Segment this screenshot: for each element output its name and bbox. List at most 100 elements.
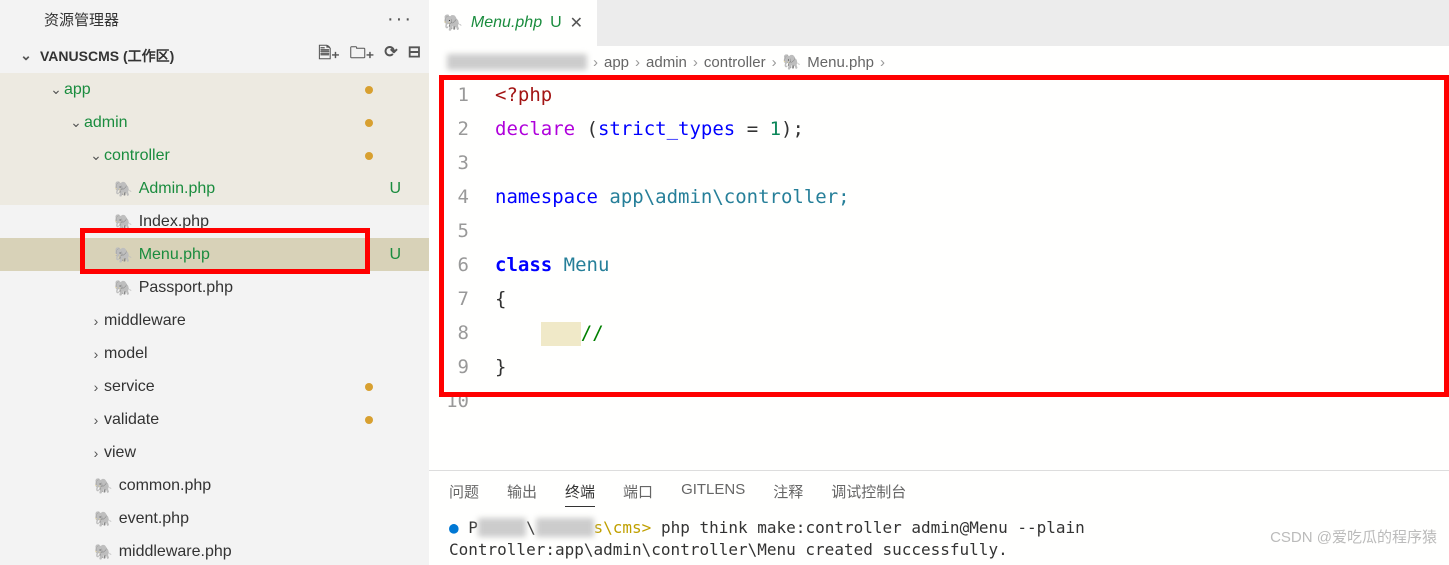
folder-label: middleware	[104, 312, 186, 330]
collapse-icon[interactable]: ⊟	[408, 42, 421, 69]
breadcrumb-item[interactable]: Menu.php	[807, 54, 874, 71]
terminal-command: php think make:controller admin@Menu --p…	[651, 518, 1084, 537]
terminal-result: Controller:app\admin\controller\Menu cre…	[449, 540, 1008, 559]
folder-controller[interactable]: ⌄ controller	[0, 139, 429, 172]
folder-app[interactable]: ⌄ app	[0, 73, 429, 106]
git-status-u: U	[550, 14, 562, 32]
tab-terminal[interactable]: 终端	[565, 481, 595, 507]
chevron-down-icon: ⌄	[18, 47, 34, 64]
code-token: }	[495, 350, 506, 384]
tab-ports[interactable]: 端口	[623, 481, 653, 507]
php-icon: 🐘	[94, 510, 113, 528]
bullet-icon: ●	[449, 518, 459, 537]
tab-bar: 🐘 Menu.php U ✕	[429, 0, 1449, 46]
tab-output[interactable]: 输出	[507, 481, 537, 507]
file-index-php[interactable]: 🐘 Index.php	[0, 205, 429, 238]
line-number: 8	[429, 316, 495, 350]
breadcrumb-item[interactable]: controller	[704, 54, 766, 71]
file-admin-php[interactable]: 🐘 Admin.php U	[0, 172, 429, 205]
watermark: CSDN @爱吃瓜的程序猿	[1270, 526, 1437, 547]
code-token: strict_types	[598, 118, 735, 140]
code-token: <?php	[495, 84, 552, 106]
file-middleware-php[interactable]: 🐘 middleware.php	[0, 535, 429, 565]
folder-view[interactable]: › view	[0, 436, 429, 469]
code-token: Menu	[552, 254, 609, 276]
tab-debug[interactable]: 调试控制台	[831, 481, 906, 507]
php-icon: 🐘	[94, 543, 113, 561]
file-menu-php[interactable]: 🐘 Menu.php U	[0, 238, 429, 271]
terminal-prompt: s\cms>	[594, 518, 652, 537]
chevron-right-icon: ›	[88, 346, 104, 362]
folder-label: service	[104, 378, 155, 396]
code-token: declare	[495, 118, 575, 140]
folder-label: admin	[84, 114, 128, 132]
sidebar-header: 资源管理器 ···	[0, 0, 429, 38]
git-status-u: U	[389, 180, 401, 198]
folder-label: validate	[104, 411, 159, 429]
breadcrumb-item[interactable]: app	[604, 54, 629, 71]
tab-gitlens[interactable]: GITLENS	[681, 481, 745, 507]
tab-label: Menu.php	[471, 14, 542, 32]
new-folder-icon[interactable]: 🗀₊	[350, 42, 374, 69]
file-label: middleware.php	[119, 543, 232, 561]
workspace-name: VANUSCMS (工作区)	[40, 46, 174, 66]
php-icon: 🐘	[114, 246, 133, 264]
php-icon: 🐘	[114, 180, 133, 198]
blurred-segment: xxxxxxxx	[447, 54, 587, 70]
workspace-header[interactable]: ⌄ VANUSCMS (工作区) 🗎₊ 🗀₊ ⟳ ⊟	[0, 38, 429, 73]
line-number: 7	[429, 282, 495, 316]
folder-label: view	[104, 444, 136, 462]
explorer-sidebar: 资源管理器 ··· ⌄ VANUSCMS (工作区) 🗎₊ 🗀₊ ⟳ ⊟ ⌄ a…	[0, 0, 429, 565]
git-status-u: U	[389, 246, 401, 264]
line-number: 9	[429, 350, 495, 384]
chevron-down-icon: ⌄	[68, 114, 84, 131]
folder-validate[interactable]: › validate	[0, 403, 429, 436]
folder-model[interactable]: › model	[0, 337, 429, 370]
tab-menu-php[interactable]: 🐘 Menu.php U ✕	[429, 0, 597, 46]
php-icon: 🐘	[114, 213, 133, 231]
file-passport-php[interactable]: 🐘 Passport.php	[0, 271, 429, 304]
file-tree: ⌄ app ⌄ admin ⌄ controller 🐘 Admin.php U…	[0, 73, 429, 565]
line-number: 1	[429, 78, 495, 112]
line-number: 10	[429, 384, 495, 418]
chevron-right-icon: ›	[88, 412, 104, 428]
code-token: {	[495, 282, 506, 316]
line-number: 3	[429, 146, 495, 180]
line-number: 4	[429, 180, 495, 214]
tab-comments[interactable]: 注释	[773, 481, 803, 507]
file-common-php[interactable]: 🐘 common.php	[0, 469, 429, 502]
close-icon[interactable]: ✕	[570, 13, 583, 33]
chevron-right-icon: ›	[88, 445, 104, 461]
explorer-title: 资源管理器	[44, 9, 387, 30]
code-token: class	[495, 254, 552, 276]
file-label: Passport.php	[139, 279, 233, 297]
chevron-right-icon: ›	[88, 313, 104, 329]
file-label: Admin.php	[139, 180, 216, 198]
new-file-icon[interactable]: 🗎₊	[318, 42, 339, 69]
refresh-icon[interactable]: ⟳	[384, 42, 397, 69]
folder-label: app	[64, 81, 91, 99]
chevron-down-icon: ⌄	[48, 81, 64, 98]
code-token: 1	[770, 118, 781, 140]
php-icon: 🐘	[783, 53, 802, 71]
panel-tab-bar: 问题 输出 终端 端口 GITLENS 注释 调试控制台	[429, 470, 1449, 513]
breadcrumb[interactable]: xxxxxxxx › app › admin › controller › 🐘 …	[429, 46, 1449, 78]
code-token: //	[581, 322, 604, 344]
folder-admin[interactable]: ⌄ admin	[0, 106, 429, 139]
tab-problems[interactable]: 问题	[449, 481, 479, 507]
folder-middleware[interactable]: › middleware	[0, 304, 429, 337]
file-label: Menu.php	[139, 246, 210, 264]
code-editor[interactable]: 1<?php 2declare (strict_types = 1); 3 4n…	[429, 78, 1449, 470]
blurred-text: xxxxx	[478, 518, 526, 537]
file-event-php[interactable]: 🐘 event.php	[0, 502, 429, 535]
chevron-right-icon: ›	[693, 54, 698, 71]
more-icon[interactable]: ···	[387, 8, 413, 31]
folder-service[interactable]: › service	[0, 370, 429, 403]
folder-label: controller	[104, 147, 170, 165]
breadcrumb-item[interactable]: admin	[646, 54, 687, 71]
file-label: Index.php	[139, 213, 209, 231]
chevron-right-icon: ›	[593, 54, 598, 71]
php-icon: 🐘	[114, 279, 133, 297]
modified-dot	[365, 383, 373, 391]
code-token: app\admin\controller;	[598, 186, 850, 208]
